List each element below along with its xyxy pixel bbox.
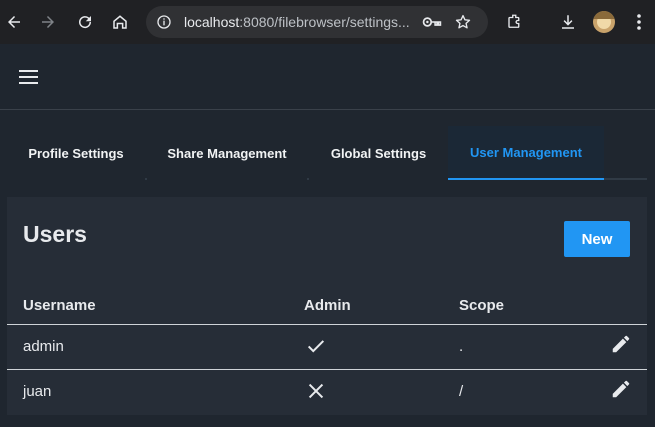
scope-cell: /	[459, 383, 464, 400]
url-host: localhost	[184, 14, 240, 30]
table-row: admin .	[7, 324, 647, 369]
download-icon[interactable]	[556, 10, 580, 34]
hamburger-menu-icon[interactable]	[18, 69, 40, 85]
forward-arrow-icon[interactable]	[36, 10, 60, 34]
tab-global-settings[interactable]: Global Settings	[309, 126, 448, 180]
app-header	[0, 44, 655, 110]
site-info-icon[interactable]	[156, 14, 172, 35]
back-arrow-icon[interactable]	[2, 10, 26, 34]
close-icon	[305, 380, 327, 402]
column-header-admin: Admin	[304, 297, 351, 314]
table-row: juan /	[7, 369, 647, 414]
extensions-puzzle-icon[interactable]	[503, 10, 527, 34]
new-user-button[interactable]: New	[564, 221, 630, 257]
page-title: Users	[23, 221, 87, 247]
tab-share-management[interactable]: Share Management	[147, 126, 307, 180]
address-bar[interactable]: localhost:8080/filebrowser/settings...	[146, 6, 488, 38]
profile-avatar[interactable]	[593, 11, 615, 33]
check-icon	[305, 335, 327, 357]
tab-user-management[interactable]: User Management	[448, 126, 604, 180]
browser-menu-icon[interactable]	[627, 10, 651, 34]
settings-tabs: Profile Settings Share Management Global…	[7, 126, 647, 180]
url-path: :8080/filebrowser/settings...	[239, 14, 410, 30]
reload-icon[interactable]	[73, 10, 97, 34]
edit-pencil-icon[interactable]	[610, 378, 632, 400]
home-icon[interactable]	[108, 10, 132, 34]
scope-cell: .	[459, 338, 464, 355]
url-text[interactable]: localhost:8080/filebrowser/settings...	[184, 14, 410, 30]
browser-toolbar: localhost:8080/filebrowser/settings...	[0, 0, 655, 44]
users-card: Users New Username Admin Scope admin . j…	[7, 197, 647, 415]
column-header-scope: Scope	[459, 297, 505, 314]
column-header-username: Username	[23, 297, 96, 314]
tab-profile-settings[interactable]: Profile Settings	[7, 126, 145, 180]
username-cell: admin	[23, 338, 64, 355]
bookmark-star-icon[interactable]	[454, 13, 472, 36]
password-key-icon[interactable]	[422, 14, 442, 35]
edit-pencil-icon[interactable]	[610, 333, 632, 355]
username-cell: juan	[23, 383, 52, 400]
